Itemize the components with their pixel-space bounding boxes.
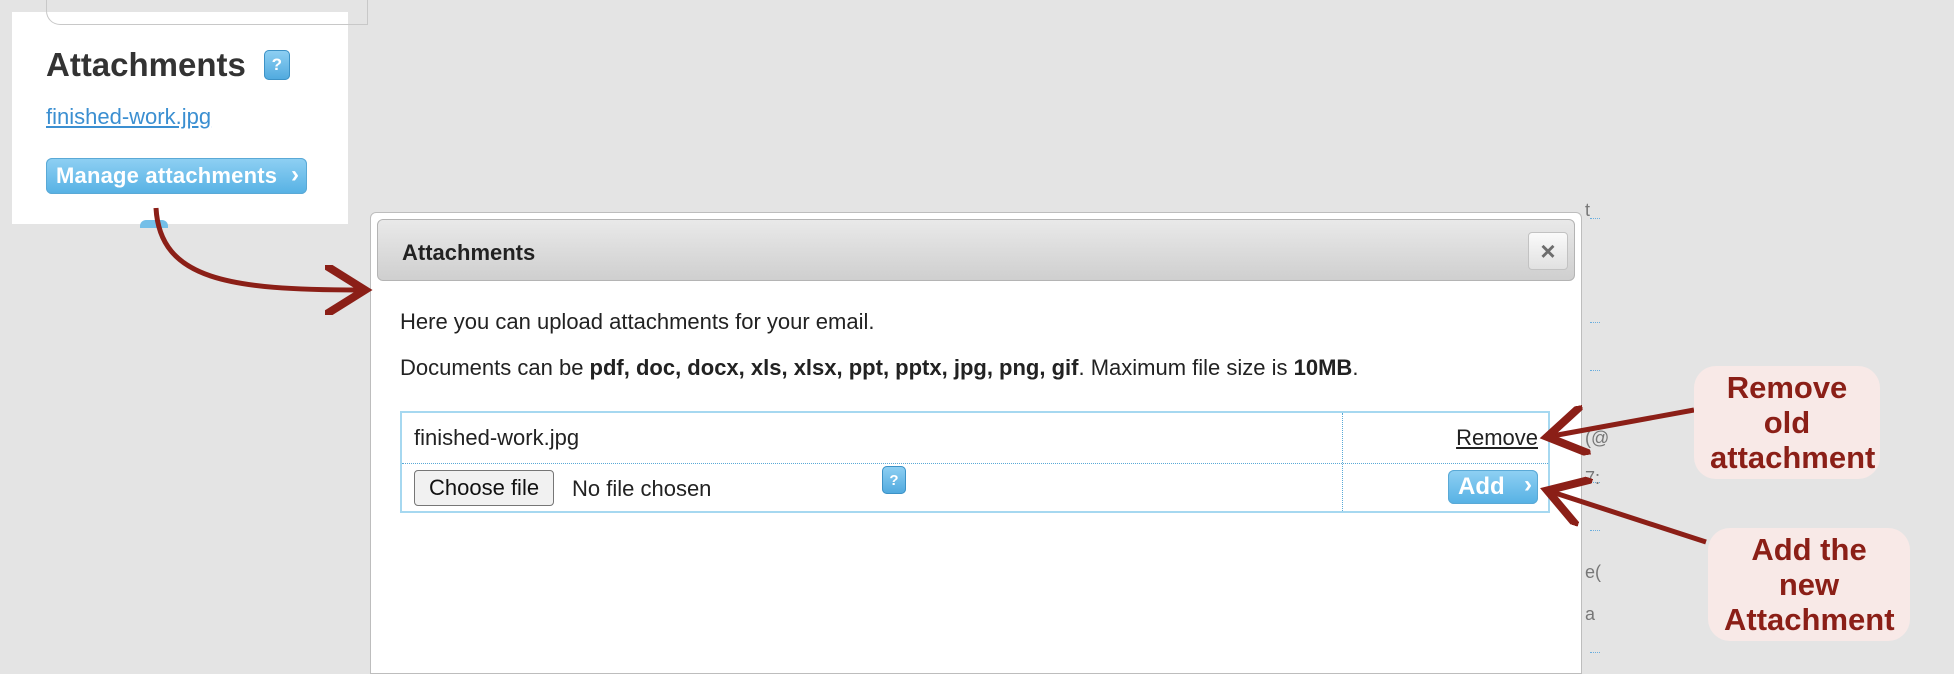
annotation-arrows	[153, 207, 1707, 545]
remove-callout: Remove old attachment	[1694, 366, 1880, 479]
add-callout: Add the new Attachment	[1708, 528, 1910, 641]
arrow-to-dialog	[153, 207, 360, 290]
arrow-to-add	[1552, 492, 1707, 545]
arrow-to-remove	[1552, 410, 1695, 436]
